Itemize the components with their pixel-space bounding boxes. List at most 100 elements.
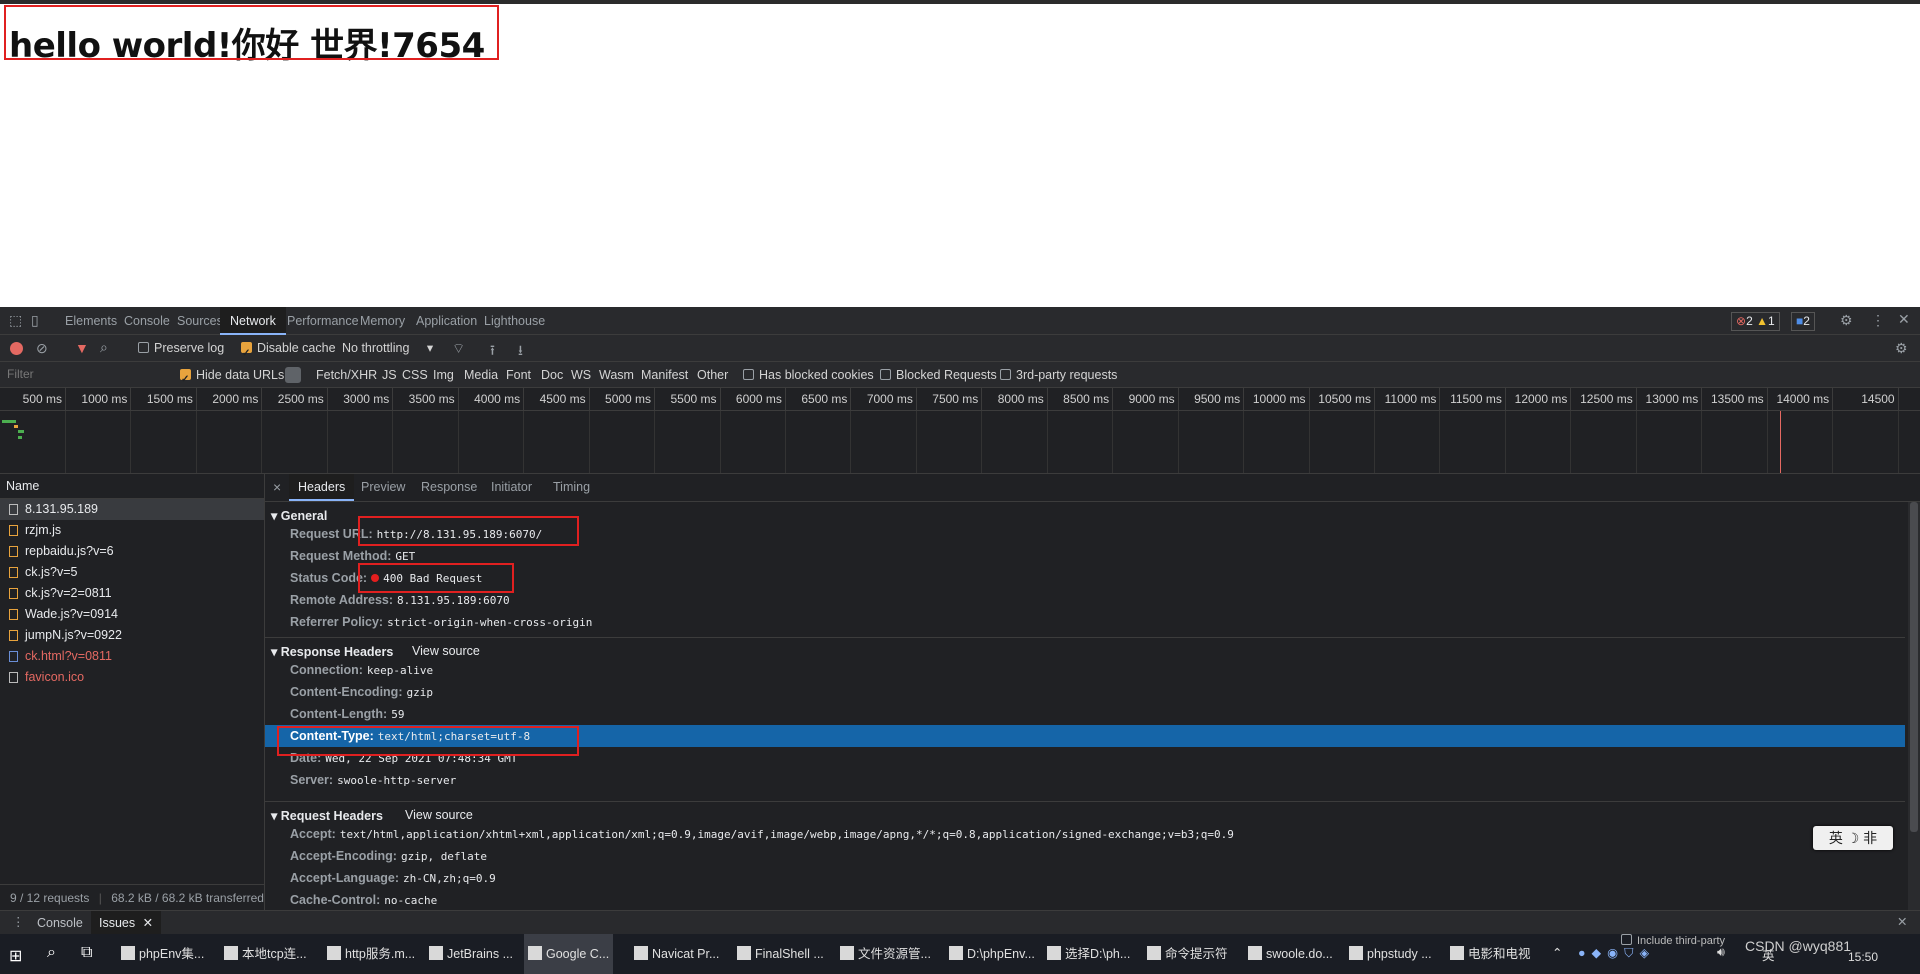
taskbar-app-button[interactable]: Google C... <box>524 934 614 974</box>
taskbar-app-button[interactable]: D:\phpEnv... <box>945 934 1039 974</box>
drawer-tab-issues[interactable]: Issues ✕ <box>91 911 162 935</box>
taskbar-app-button[interactable]: Navicat Pr... <box>630 934 723 974</box>
request-headers-toggle[interactable]: ▾ Request Headers <box>271 808 383 823</box>
tab-network[interactable]: Network <box>220 307 286 335</box>
taskbar-app-button[interactable]: swoole.do... <box>1244 934 1337 974</box>
has-blocked-cookies-checkbox[interactable]: Has blocked cookies <box>743 362 874 388</box>
type-filter-wasm[interactable]: Wasm <box>599 362 634 388</box>
tab-response[interactable]: Response <box>421 474 477 501</box>
search-icon[interactable]: ⌕ <box>100 339 108 356</box>
tab-initiator[interactable]: Initiator <box>491 474 532 501</box>
import-har-icon[interactable]: ⭱ <box>490 340 495 364</box>
type-filter-ws[interactable]: WS <box>571 362 591 388</box>
tab-timing[interactable]: Timing <box>553 474 590 501</box>
tab-lighthouse[interactable]: Lighthouse <box>484 307 545 335</box>
request-row[interactable]: repbaidu.js?v=6 <box>0 541 264 562</box>
details-scrollbar[interactable] <box>1908 502 1920 910</box>
windows-start-icon[interactable]: ⊞ <box>9 946 22 966</box>
taskbar-app-button[interactable]: 本地tcp连... <box>220 934 311 974</box>
request-row[interactable]: ck.js?v=5 <box>0 562 264 583</box>
request-row[interactable]: favicon.ico <box>0 667 264 688</box>
network-conditions-icon[interactable]: ⌔ <box>452 340 465 358</box>
more-menu-icon[interactable]: ⋮ <box>1871 312 1885 329</box>
drawer-menu-icon[interactable]: ⋮ <box>12 914 25 929</box>
view-source-link[interactable]: View source <box>405 808 473 822</box>
taskbar-app-button[interactable]: http服务.m... <box>323 934 419 974</box>
request-row[interactable]: Wade.js?v=0914 <box>0 604 264 625</box>
inspect-icon[interactable]: ⬚ <box>9 312 22 329</box>
type-filter-media[interactable]: Media <box>464 362 498 388</box>
clear-icon[interactable]: ⊘ <box>36 340 48 357</box>
taskbar-app-button[interactable]: phpEnv集... <box>117 934 208 974</box>
drawer-tab-console[interactable]: Console <box>37 911 83 935</box>
task-view-icon[interactable]: ⧉ <box>81 944 92 962</box>
type-filter-js[interactable]: JS <box>382 362 397 388</box>
taskbar-app-button[interactable]: 命令提示符 <box>1143 934 1232 974</box>
settings-gear-icon[interactable]: ⚙ <box>1840 312 1853 329</box>
issues-badge[interactable]: ■2 <box>1791 312 1815 331</box>
disable-cache-checkbox[interactable]: Disable cache <box>241 335 336 367</box>
request-row[interactable]: 8.131.95.189 <box>0 499 264 520</box>
general-section-toggle[interactable]: ▾ General <box>271 508 327 523</box>
blocked-requests-checkbox[interactable]: Blocked Requests <box>880 362 997 388</box>
tab-sources[interactable]: Sources <box>177 307 223 335</box>
taskbar-app-button[interactable]: JetBrains ... <box>425 934 517 974</box>
third-party-checkbox[interactable]: 3rd-party requests <box>1000 362 1117 388</box>
type-filter-other[interactable]: Other <box>697 362 728 388</box>
tab-headers[interactable]: Headers <box>289 474 355 501</box>
request-row[interactable]: ck.js?v=2=0811 <box>0 583 264 604</box>
error-warning-badge[interactable]: ⊗2 ▲1 <box>1731 312 1780 331</box>
tab-elements[interactable]: Elements <box>65 307 117 335</box>
name-column-header[interactable]: Name <box>0 474 264 499</box>
type-filter-doc[interactable]: Doc <box>541 362 563 388</box>
tab-memory[interactable]: Memory <box>360 307 405 335</box>
taskbar-app-button[interactable]: 电影和电视 <box>1446 934 1535 974</box>
tab-console[interactable]: Console <box>124 307 170 335</box>
third-party-label: 3rd-party requests <box>1016 368 1118 382</box>
response-headers-toggle[interactable]: ▾ Response Headers <box>271 644 393 659</box>
device-toggle-icon[interactable]: ▯ <box>31 312 39 329</box>
close-details-icon[interactable]: × <box>273 474 281 501</box>
filter-input[interactable]: Filter <box>0 362 165 387</box>
filter-icon[interactable]: ▼ <box>75 340 89 356</box>
record-button[interactable] <box>10 342 23 355</box>
type-filter-manifest[interactable]: Manifest <box>641 362 688 388</box>
request-row[interactable]: rzjm.js <box>0 520 264 541</box>
request-row[interactable]: ck.html?v=0811 <box>0 646 264 667</box>
timeline-tick-label: 10500 ms <box>1318 392 1371 406</box>
type-filter-font[interactable]: Font <box>506 362 531 388</box>
export-har-icon[interactable]: ⭳ <box>518 340 523 364</box>
taskbar-app-button[interactable]: FinalShell ... <box>733 934 828 974</box>
clock-time[interactable]: 15:50 <box>1848 950 1878 964</box>
tab-performance[interactable]: Performance <box>287 307 359 335</box>
timeline-overview[interactable] <box>0 411 1920 474</box>
timeline-gridline <box>523 388 525 410</box>
search-icon[interactable]: ⌕ <box>47 944 56 962</box>
tray-chevron-up-icon[interactable]: ⌃ <box>1552 945 1562 960</box>
app-icon <box>1349 946 1363 960</box>
tray-volume-icon[interactable]: 🔊︎ <box>1717 945 1725 960</box>
type-filter-css[interactable]: CSS <box>402 362 428 388</box>
close-tab-icon[interactable]: ✕ <box>143 916 153 930</box>
ime-indicator[interactable]: 英 ☽ 非 <box>1813 826 1893 850</box>
tray-app-icons[interactable]: ●◆◉⛉◈ <box>1578 945 1655 961</box>
close-drawer-icon[interactable]: ✕ <box>1897 914 1907 929</box>
taskbar-app-button[interactable]: 文件资源管... <box>836 934 935 974</box>
preserve-log-checkbox[interactable]: Preserve log <box>138 335 224 362</box>
type-filter-fetch[interactable]: Fetch/XHR <box>316 362 377 388</box>
request-waterfall-bar <box>2 420 16 423</box>
tab-application[interactable]: Application <box>416 307 477 335</box>
request-row[interactable]: jumpN.js?v=0922 <box>0 625 264 646</box>
close-devtools-icon[interactable]: ✕ <box>1898 311 1910 328</box>
all-types-button[interactable] <box>285 367 301 383</box>
tab-preview[interactable]: Preview <box>361 474 405 501</box>
throttling-select[interactable]: No throttling ▾ <box>342 335 433 362</box>
type-filter-img[interactable]: Img <box>433 362 454 388</box>
taskbar-app-button[interactable]: 选择D:\ph... <box>1043 934 1134 974</box>
scrollbar-thumb[interactable] <box>1910 502 1918 832</box>
taskbar-app-button[interactable]: phpstudy ... <box>1345 934 1436 974</box>
network-settings-gear-icon[interactable]: ⚙ <box>1895 340 1908 357</box>
hide-data-urls-checkbox[interactable]: Hide data URLs <box>180 362 284 393</box>
view-source-link[interactable]: View source <box>412 644 480 658</box>
csdn-watermark: CSDN @wyq881 <box>1745 938 1852 954</box>
